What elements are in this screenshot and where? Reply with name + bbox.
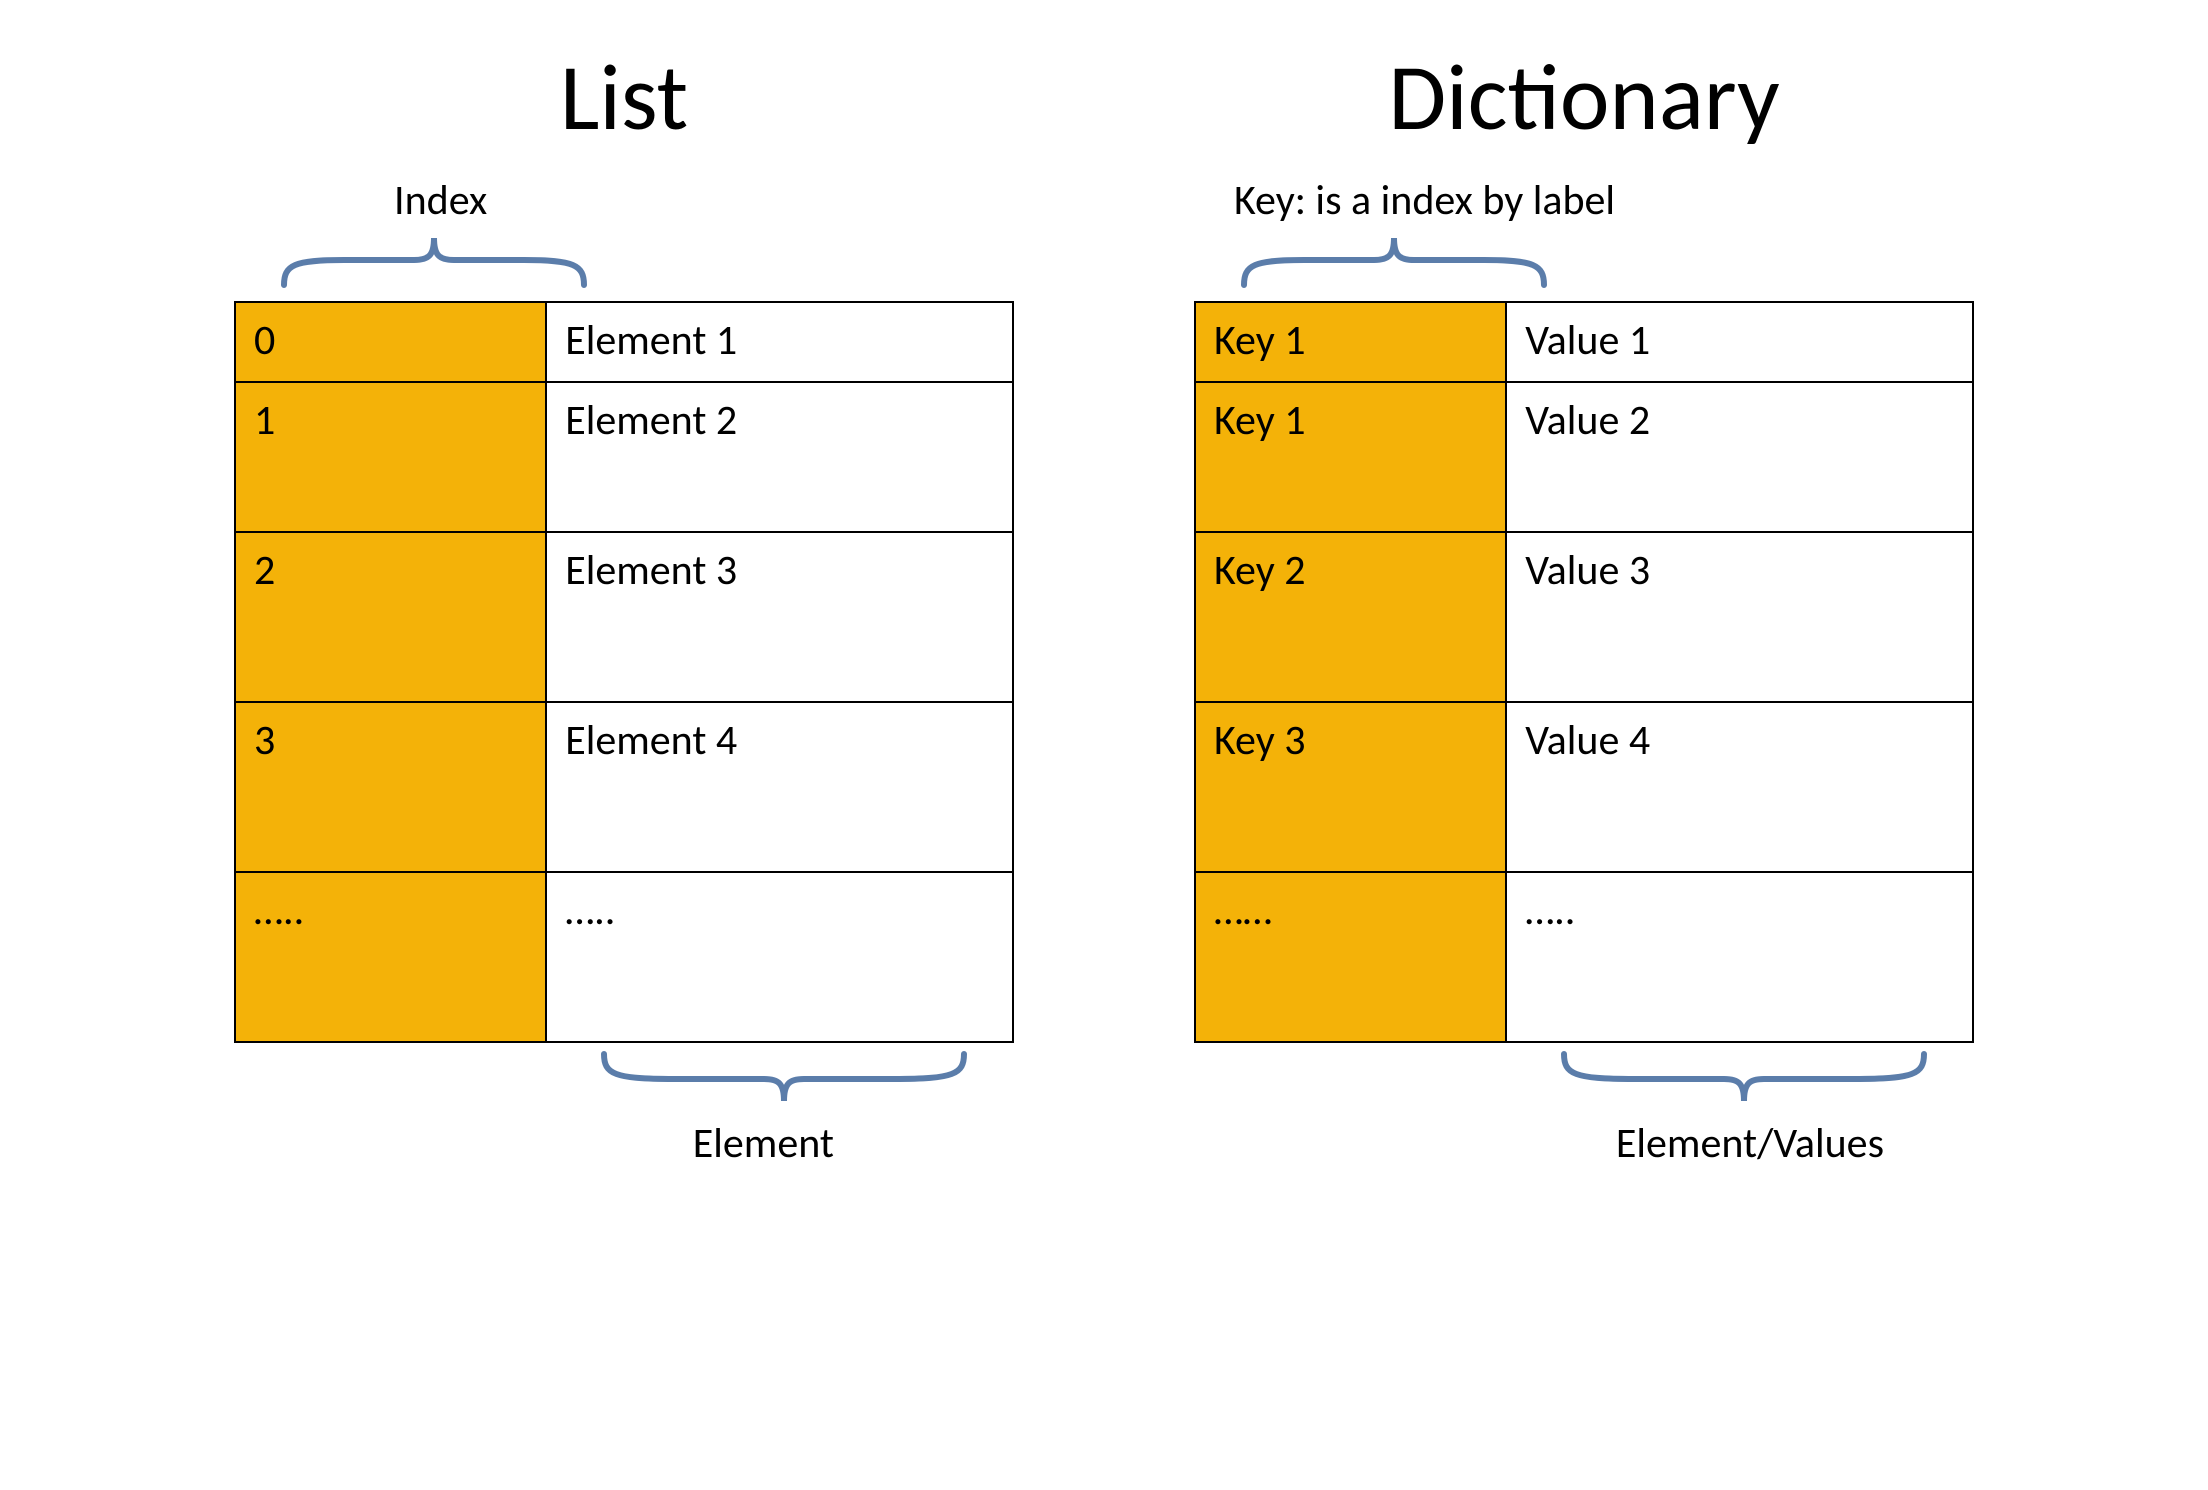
dictionary-value-cell: ….. (1506, 872, 1973, 1042)
dictionary-value-cell: Value 2 (1506, 382, 1973, 532)
list-element-cell: Element 4 (546, 702, 1013, 872)
list-element-cell: Element 1 (546, 302, 1013, 382)
dictionary-key-cell: …… (1195, 872, 1506, 1042)
dictionary-title: Dictionary (1388, 40, 1779, 155)
table-row: …… ….. (1195, 872, 1973, 1042)
list-index-cell: 2 (235, 532, 546, 702)
list-index-cell: 0 (235, 302, 546, 382)
list-element-label: Element (693, 1118, 834, 1169)
list-index-cell: 1 (235, 382, 546, 532)
list-element-cell: ….. (546, 872, 1013, 1042)
dictionary-value-label: Element/Values (1616, 1118, 1884, 1169)
table-row: Key 2 Value 3 (1195, 532, 1973, 702)
dictionary-key-cell: Key 1 (1195, 382, 1506, 532)
diagram-container: List Index 0 Element 1 1 Element 2 2 Ele… (60, 40, 2148, 1169)
table-row: Key 1 Value 2 (1195, 382, 1973, 532)
dictionary-key-cell: Key 1 (1195, 302, 1506, 382)
dictionary-value-cell: Value 3 (1506, 532, 1973, 702)
list-index-cell: 3 (235, 702, 546, 872)
dictionary-panel: Dictionary Key: is a index by label Key … (1194, 40, 1974, 1169)
table-row: ….. ….. (235, 872, 1013, 1042)
table-row: Key 1 Value 1 (1195, 302, 1973, 382)
list-index-label: Index (394, 175, 487, 226)
list-top-brace (274, 230, 594, 295)
table-row: Key 3 Value 4 (1195, 702, 1973, 872)
dictionary-table: Key 1 Value 1 Key 1 Value 2 Key 2 Value … (1194, 301, 1974, 1043)
list-table: 0 Element 1 1 Element 2 2 Element 3 3 El… (234, 301, 1014, 1043)
table-row: 1 Element 2 (235, 382, 1013, 532)
list-element-cell: Element 3 (546, 532, 1013, 702)
list-panel: List Index 0 Element 1 1 Element 2 2 Ele… (234, 40, 1014, 1169)
list-element-cell: Element 2 (546, 382, 1013, 532)
table-row: 0 Element 1 (235, 302, 1013, 382)
list-bottom-brace (594, 1049, 974, 1114)
list-title: List (560, 40, 688, 155)
dictionary-key-label: Key: is a index by label (1234, 175, 1615, 226)
dictionary-bottom-brace (1554, 1049, 1934, 1114)
dictionary-top-brace (1234, 230, 1554, 295)
dictionary-key-cell: Key 3 (1195, 702, 1506, 872)
dictionary-value-cell: Value 1 (1506, 302, 1973, 382)
table-row: 3 Element 4 (235, 702, 1013, 872)
list-index-cell: ….. (235, 872, 546, 1042)
dictionary-key-cell: Key 2 (1195, 532, 1506, 702)
table-row: 2 Element 3 (235, 532, 1013, 702)
dictionary-value-cell: Value 4 (1506, 702, 1973, 872)
